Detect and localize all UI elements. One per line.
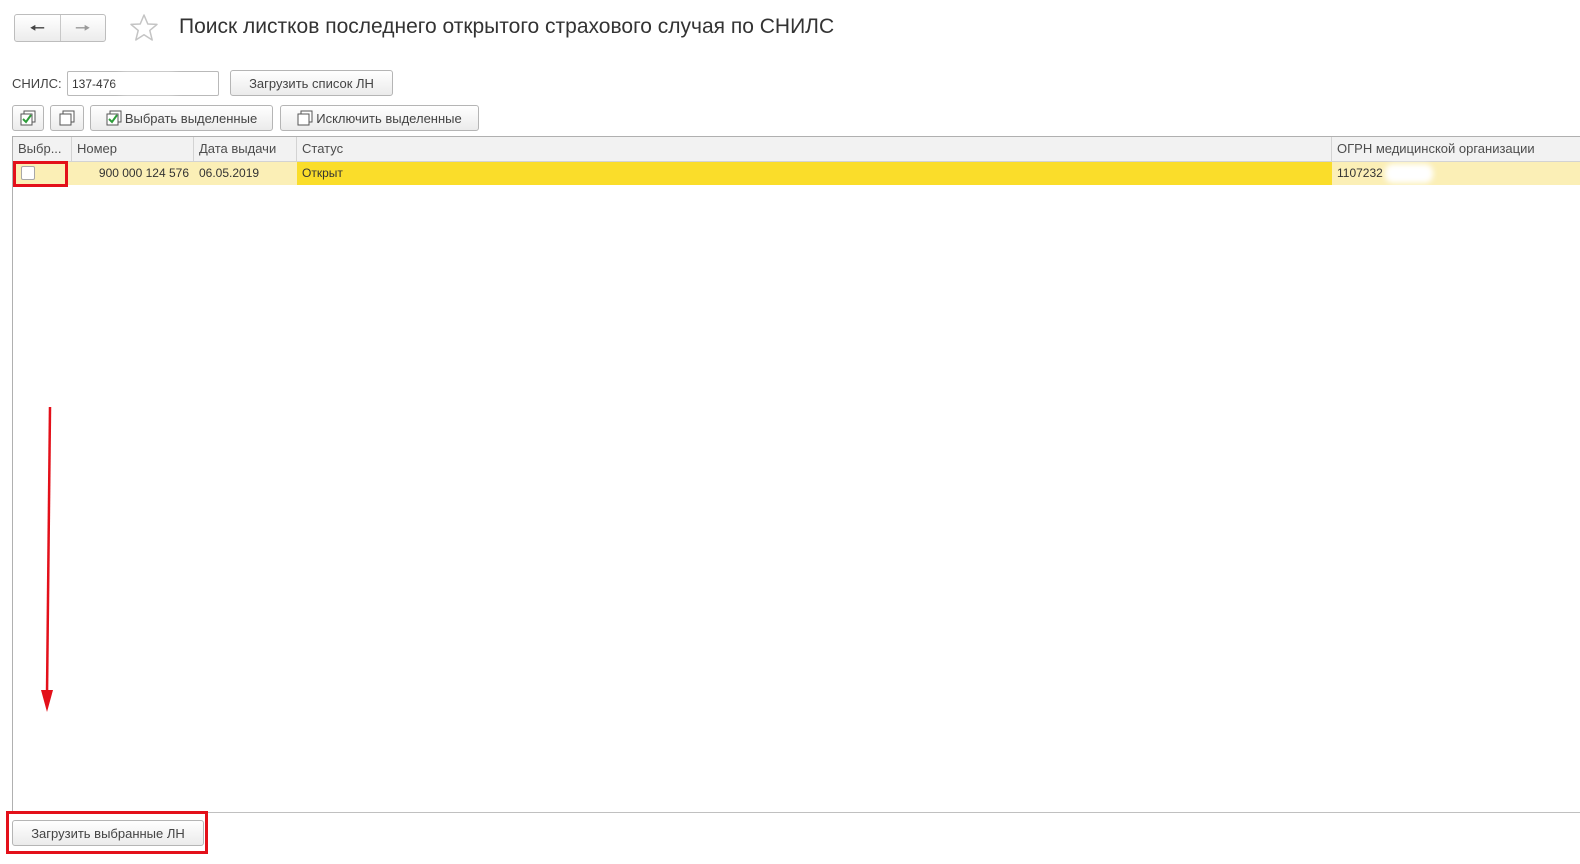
select-selected-label: Выбрать выделенные (124, 110, 258, 126)
footer-divider (12, 812, 1580, 813)
checkbox-checked-icon (20, 110, 36, 126)
table-row[interactable]: 900 000 124 576 06.05.2019 Открыт 110723… (13, 162, 1580, 185)
forward-button[interactable]: 🠖 (61, 15, 106, 41)
row-number: 900 000 124 576 (98, 166, 189, 180)
uncheck-all-button[interactable] (50, 105, 84, 131)
redaction-blur (1385, 164, 1433, 183)
row-checkbox[interactable] (21, 166, 35, 180)
exclude-selected-label: Исключить выделенные (316, 110, 462, 126)
arrow-left-icon: 🠔 (29, 18, 46, 38)
row-ogrn-value: 1107232 (1337, 166, 1383, 180)
row-status: Открыт (297, 162, 1332, 185)
arrow-right-icon: 🠖 (74, 18, 91, 38)
navigation-buttons: 🠔 🠖 (14, 14, 106, 42)
check-all-button[interactable] (12, 105, 44, 131)
column-header-selected[interactable]: Выбр... (13, 137, 72, 161)
star-icon[interactable] (128, 12, 160, 44)
column-header-status[interactable]: Статус (297, 137, 1332, 161)
load-selected-button[interactable]: Загрузить выбранные ЛН (12, 820, 204, 846)
column-header-number[interactable]: Номер (72, 137, 194, 161)
checkbox-checked-icon (106, 110, 122, 126)
row-ogrn: 1107232 (1332, 162, 1580, 185)
row-select-cell[interactable] (13, 162, 72, 185)
select-selected-button[interactable]: Выбрать выделенные (90, 105, 273, 131)
sick-leave-table: Выбр... Номер Дата выдачи Статус ОГРН ме… (12, 136, 1580, 812)
column-header-ogrn[interactable]: ОГРН медицинской организации (1332, 137, 1580, 161)
load-list-button[interactable]: Загрузить список ЛН (230, 70, 393, 96)
table-header: Выбр... Номер Дата выдачи Статус ОГРН ме… (13, 137, 1580, 162)
checkbox-empty-icon (59, 110, 75, 126)
back-button[interactable]: 🠔 (15, 15, 61, 41)
annotation-arrow-down-icon (41, 406, 53, 712)
load-list-button-label: Загрузить список ЛН (249, 75, 374, 91)
page-title: Поиск листков последнего открытого страх… (179, 15, 835, 38)
load-selected-label: Загрузить выбранные ЛН (31, 825, 185, 841)
column-header-issue-date[interactable]: Дата выдачи (194, 137, 297, 161)
row-issue-date: 06.05.2019 (199, 166, 260, 180)
redaction-blur (118, 74, 178, 93)
checkbox-empty-icon (297, 110, 313, 126)
snils-label: СНИЛС: (12, 76, 62, 91)
exclude-selected-button[interactable]: Исключить выделенные (280, 105, 479, 131)
